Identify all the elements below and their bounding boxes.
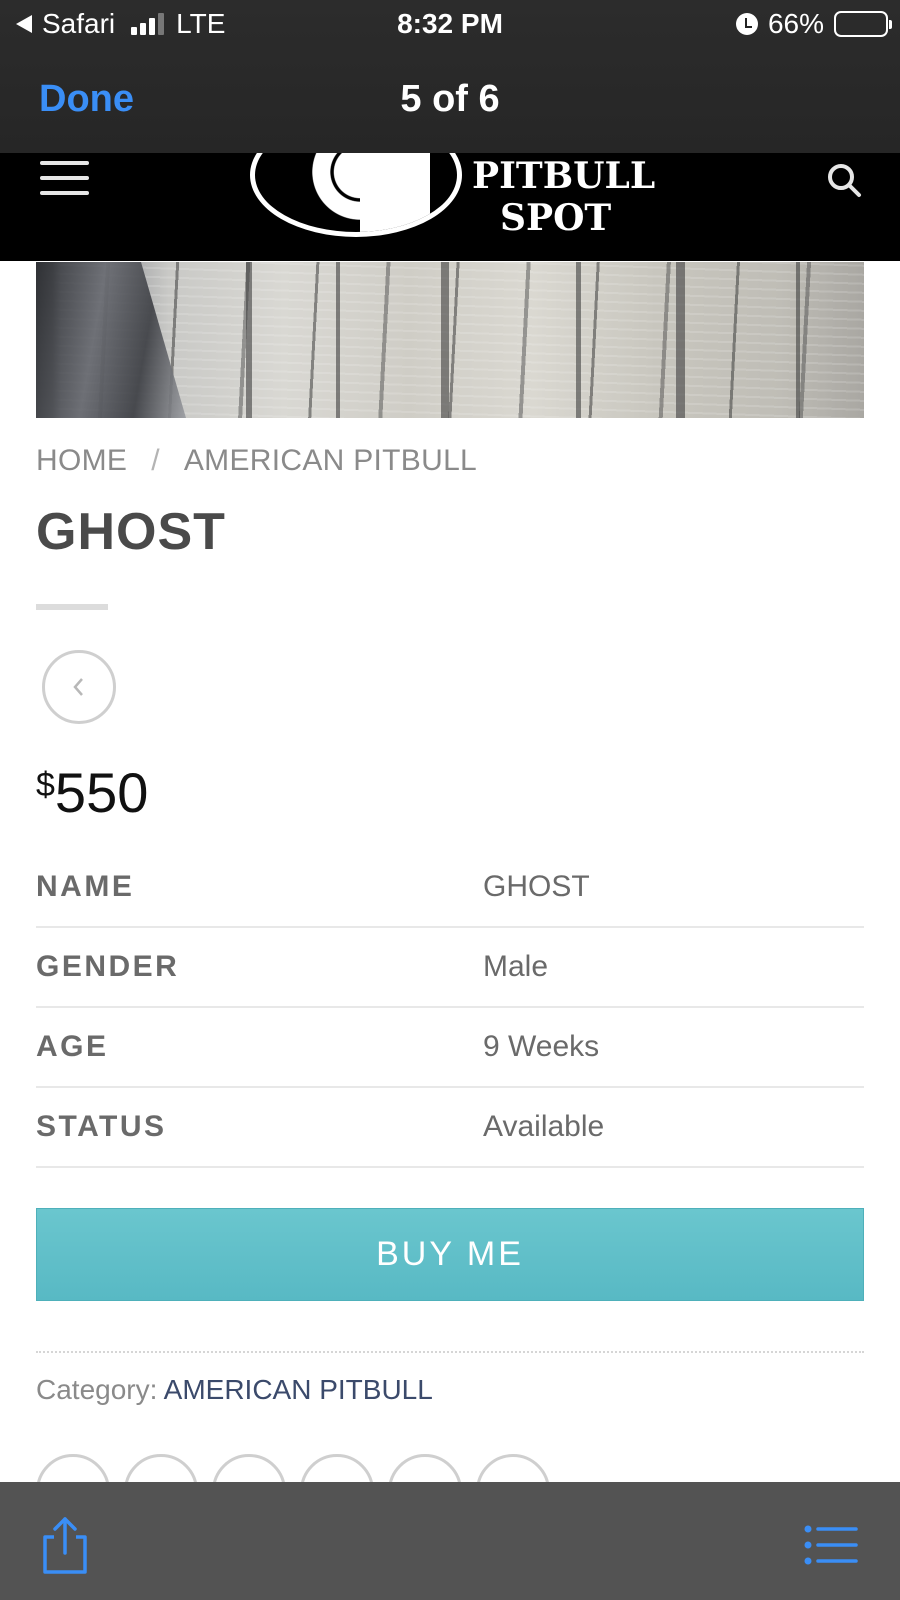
alarm-icon	[735, 13, 758, 35]
detail-label: NAME	[36, 870, 135, 903]
share-icon[interactable]	[40, 1515, 90, 1575]
page-counter: 5 of 6	[400, 78, 500, 120]
product-image[interactable]	[36, 262, 864, 418]
viewer-top-chrome: Safari LTE 8:32 PM 66% Done 5 of 6	[0, 0, 900, 153]
battery-icon	[834, 11, 892, 37]
image-crack	[676, 262, 685, 418]
breadcrumb-category[interactable]: AMERICAN PITBULL	[184, 444, 477, 478]
hamburger-menu-icon[interactable]	[40, 161, 89, 195]
category-link[interactable]: AMERICAN PITBULL	[164, 1374, 433, 1405]
image-crack	[441, 262, 449, 418]
image-crack	[796, 262, 800, 418]
bottom-toolbar	[0, 1482, 900, 1600]
detail-row-status: STATUS Available	[36, 1088, 864, 1168]
previous-image-button[interactable]	[42, 650, 116, 724]
detail-value: Male	[483, 950, 549, 983]
detail-value: 9 Weeks	[483, 1030, 600, 1063]
dotted-divider	[36, 1351, 864, 1353]
buy-me-button[interactable]: BUY ME	[36, 1208, 864, 1301]
detail-value: GHOST	[483, 870, 590, 903]
product-price: $ 550	[36, 760, 148, 825]
detail-row-gender: GENDER Male	[36, 928, 864, 1008]
product-title: GHOST	[36, 503, 226, 561]
list-icon[interactable]	[804, 1525, 858, 1565]
logo-dog-half	[360, 153, 430, 232]
chevron-left-icon	[73, 678, 83, 696]
price-amount: 550	[54, 761, 149, 824]
logo-text-line1: PITBULL	[472, 155, 656, 197]
site-header: PITBULL SPOT	[0, 153, 900, 261]
image-crack	[576, 262, 581, 418]
detail-label: STATUS	[36, 1110, 167, 1143]
product-category: Category: AMERICAN PITBULL	[36, 1374, 433, 1406]
breadcrumb-separator: /	[151, 444, 160, 477]
category-label: Category:	[36, 1374, 158, 1405]
detail-label: AGE	[36, 1030, 109, 1063]
logo-emblem	[250, 153, 462, 237]
viewer-header: Done 5 of 6	[0, 60, 900, 140]
image-crack	[336, 262, 340, 418]
product-details-table: NAME GHOST GENDER Male AGE 9 Weeks STATU…	[36, 848, 864, 1168]
breadcrumb-home[interactable]: HOME	[36, 444, 127, 478]
detail-label: GENDER	[36, 950, 180, 983]
detail-value: Available	[483, 1110, 605, 1143]
title-divider	[36, 604, 108, 610]
image-crack	[246, 262, 252, 418]
detail-row-name: NAME GHOST	[36, 848, 864, 928]
search-icon[interactable]	[826, 162, 862, 198]
status-right: 66%	[735, 8, 892, 40]
status-bar: Safari LTE 8:32 PM 66%	[0, 0, 900, 50]
site-logo[interactable]: PITBULL SPOT	[250, 153, 660, 253]
battery-percent: 66%	[767, 8, 824, 39]
detail-row-age: AGE 9 Weeks	[36, 1008, 864, 1088]
logo-text-line2: SPOT	[500, 197, 612, 239]
breadcrumb: HOME / AMERICAN PITBULL	[36, 444, 477, 478]
price-currency: $	[36, 766, 55, 804]
image-rock-shape	[36, 262, 186, 418]
